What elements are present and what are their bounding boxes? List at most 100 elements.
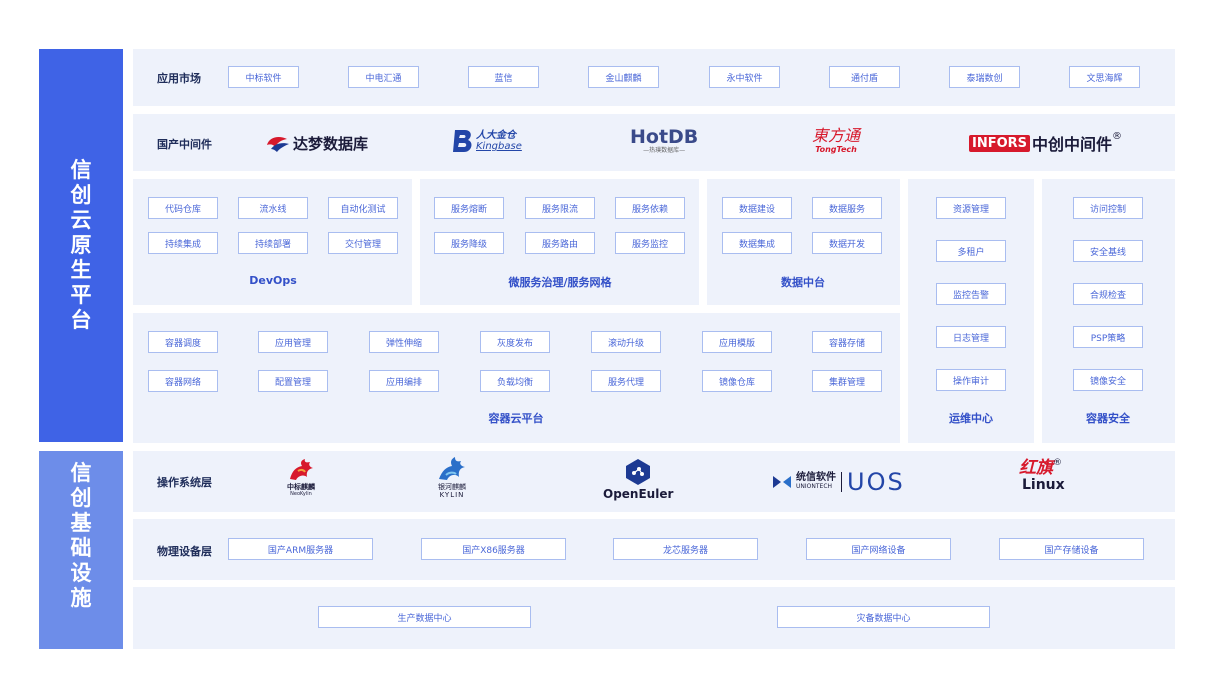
openeuler-icon (626, 459, 651, 485)
neokylin-en-label: NeoKylin (290, 491, 312, 497)
microservice-item: 服务限流 (525, 197, 595, 219)
app-market-item: 永中软件 (709, 66, 780, 88)
microservice-item: 服务路由 (525, 232, 595, 254)
sidebar-char: 施 (70, 586, 92, 610)
container-cloud-item: 容器存储 (812, 331, 882, 353)
hotdb-logo: HotDB —热璞数据库— (630, 127, 698, 155)
sidebar-cloud-native-platform: 信 创 云 原 生 平 台 (39, 49, 123, 442)
uos-mark-label: UOS (847, 468, 905, 496)
sidebar-char: 基 (70, 511, 92, 535)
uos-cn-label: 统信软件 (796, 472, 836, 483)
physical-item: 国产X86服务器 (421, 538, 566, 560)
sidebar-char: 设 (70, 561, 92, 585)
uos-divider (841, 472, 842, 492)
kingbase-cn-label: 人大金仓 (476, 130, 516, 141)
ops-title: 运维中心 (949, 412, 993, 425)
devops-item: 持续部署 (238, 232, 308, 254)
sidebar-char: 平 (70, 283, 92, 307)
dameng-icon (267, 136, 289, 152)
hotdb-label: HotDB (630, 126, 699, 148)
kingbase-icon (453, 130, 472, 152)
sidebar-char: 创 (70, 183, 92, 207)
container-cloud-item: 应用管理 (258, 331, 328, 353)
sidebar-char: 信 (70, 158, 92, 182)
redflag-cn-label: 红旗 (1019, 458, 1053, 478)
tongtech-en-label: TongTech (815, 145, 857, 154)
container-security-item: 合规检查 (1073, 283, 1143, 305)
app-market-title: 应用市场 (157, 72, 201, 85)
uos-en-label: UNIONTECH (796, 483, 833, 490)
container-security-item: 镜像安全 (1073, 369, 1143, 391)
ops-item: 操作审计 (936, 369, 1006, 391)
kylin-logo: 银河麒麟 KYLIN (436, 455, 468, 499)
physical-title: 物理设备层 (157, 545, 212, 558)
devops-item: 交付管理 (328, 232, 398, 254)
physical-item: 龙芯服务器 (613, 538, 758, 560)
container-cloud-item: 应用编排 (369, 370, 439, 392)
microservice-item: 服务熔断 (434, 197, 504, 219)
uniontech-icon (773, 476, 791, 488)
container-cloud-item: 应用模版 (702, 331, 772, 353)
redflag-mark: ® (1053, 458, 1062, 468)
sidebar-char: 础 (70, 536, 92, 560)
kylin-qilin-icon (439, 457, 465, 480)
app-market-item: 通付盾 (829, 66, 900, 88)
app-market-item: 蓝信 (468, 66, 539, 88)
microservice-item: 服务监控 (615, 232, 685, 254)
ops-item: 资源管理 (936, 197, 1006, 219)
kylin-en-label: KYLIN (439, 491, 465, 499)
container-cloud-item: 配置管理 (258, 370, 328, 392)
container-cloud-item: 服务代理 (591, 370, 661, 392)
container-cloud-item: 弹性伸缩 (369, 331, 439, 353)
redflag-logo: 红旗 ® Linux (1019, 458, 1065, 493)
app-market-item: 文思海辉 (1069, 66, 1140, 88)
datacenter-row (133, 587, 1175, 649)
app-market-item: 中电汇通 (348, 66, 419, 88)
data-center-title: 数据中台 (781, 276, 825, 289)
uos-logo: 统信软件 UNIONTECH UOS (771, 470, 905, 494)
container-cloud-item: 灰度发布 (480, 331, 550, 353)
container-cloud-item: 镜像仓库 (702, 370, 772, 392)
infors-cn-label: 中创中间件 (1032, 135, 1113, 154)
physical-item: 国产存储设备 (999, 538, 1144, 560)
physical-item: 国产ARM服务器 (228, 538, 373, 560)
data-center-item: 数据建设 (722, 197, 792, 219)
neokylin-qilin-icon (290, 459, 313, 480)
physical-item: 国产网络设备 (806, 538, 951, 560)
app-market-item: 中标软件 (228, 66, 299, 88)
hotdb-sub-label: —热璞数据库— (643, 147, 686, 154)
datacenter-item: 生产数据中心 (318, 606, 531, 628)
container-cloud-item: 集群管理 (812, 370, 882, 392)
container-cloud-item: 容器网络 (148, 370, 218, 392)
container-cloud-item: 负载均衡 (480, 370, 550, 392)
redflag-en-label: Linux (1022, 477, 1065, 493)
datacenter-item: 灾备数据中心 (777, 606, 990, 628)
tongtech-logo: 東方通 TongTech (812, 126, 861, 155)
dameng-logo: 达梦数据库 (265, 133, 368, 154)
kingbase-en-label: Kingbase (476, 141, 522, 152)
kylin-cn-label: 银河麒麟 (438, 483, 466, 491)
neokylin-cn-label: 中标麒麟 (287, 483, 315, 491)
microservice-title: 微服务治理/服务网格 (508, 276, 612, 289)
devops-item: 代码仓库 (148, 197, 218, 219)
devops-item: 持续集成 (148, 232, 218, 254)
devops-item: 流水线 (238, 197, 308, 219)
tongtech-cn-label: 東方通 (812, 126, 861, 145)
ops-item: 多租户 (936, 240, 1006, 262)
data-center-item: 数据服务 (812, 197, 882, 219)
data-center-item: 数据开发 (812, 232, 882, 254)
microservice-item: 服务依赖 (615, 197, 685, 219)
data-center-item: 数据集成 (722, 232, 792, 254)
infors-logo: INFORS 中创中间件 ® (969, 131, 1122, 155)
ops-item: 监控告警 (936, 283, 1006, 305)
sidebar-char: 信 (70, 461, 92, 485)
openeuler-label: OpenEuler (603, 487, 674, 501)
sidebar-char: 云 (70, 208, 92, 232)
middleware-title: 国产中间件 (157, 138, 212, 151)
sidebar-char: 台 (70, 308, 92, 332)
devops-item: 自动化测试 (328, 197, 398, 219)
infors-box-label: INFORS (969, 134, 1031, 152)
sidebar-char: 原 (70, 233, 92, 257)
microservice-item: 服务降级 (434, 232, 504, 254)
devops-title: DevOps (249, 274, 297, 287)
